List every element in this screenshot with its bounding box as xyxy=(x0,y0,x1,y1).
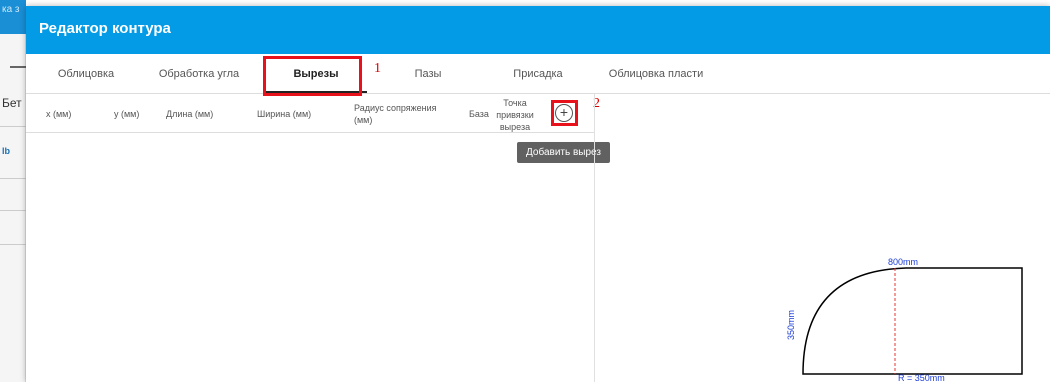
background-divider xyxy=(0,244,26,245)
column-anchor-point: Точка привязки выреза xyxy=(492,97,538,133)
background-page: ка з Бет lb xyxy=(0,0,26,382)
add-cutout-tooltip: Добавить вырез xyxy=(517,142,610,163)
column-anchor-line2: привязки xyxy=(496,110,534,120)
background-divider xyxy=(0,126,26,127)
screen: ка з Бет lb Редактор контура Облицовка О… xyxy=(0,0,1050,382)
panel-divider xyxy=(594,94,595,382)
dialog-header: Редактор контура xyxy=(26,6,1050,54)
tab-grooves[interactable]: Пазы xyxy=(378,54,478,94)
background-divider xyxy=(0,210,26,211)
column-width: Ширина (мм) xyxy=(257,109,312,119)
contour-editor-dialog: Редактор контура Облицовка Обработка угл… xyxy=(26,6,1050,382)
column-radius-line1: Радиус сопряжения xyxy=(354,103,437,113)
contour-shape xyxy=(802,267,1023,375)
background-link[interactable]: lb xyxy=(2,146,10,156)
background-divider xyxy=(0,178,26,179)
annotation-marker-1: 1 xyxy=(374,61,381,76)
column-anchor-line1: Точка xyxy=(503,98,527,108)
tab-face-facing[interactable]: Облицовка пласти xyxy=(591,54,721,94)
tab-corner-processing[interactable]: Обработка угла xyxy=(144,54,254,94)
column-y: y (мм) xyxy=(114,109,140,119)
column-length: Длина (мм) xyxy=(166,109,214,119)
column-base: База xyxy=(469,109,489,119)
cutouts-table-header: x (мм) y (мм) Длина (мм) Ширина (мм) Рад… xyxy=(26,94,600,133)
height-label: 350mm xyxy=(786,310,796,340)
background-header: ка з xyxy=(0,0,26,34)
highlight-box-cutouts-tab xyxy=(263,56,362,96)
column-x: x (мм) xyxy=(46,109,72,119)
contour-diagram: 800mm 350mm R = 350mm xyxy=(786,257,1023,382)
column-radius-line2: (мм) xyxy=(354,115,373,125)
dialog-title: Редактор контура xyxy=(39,20,171,37)
column-anchor-line3: выреза xyxy=(499,122,531,132)
highlight-box-add-button xyxy=(551,100,578,126)
width-label: 800mm xyxy=(888,257,918,267)
background-text: Бет xyxy=(2,96,22,110)
tab-bar: Облицовка Обработка угла Вырезы Пазы При… xyxy=(26,54,1050,94)
background-divider xyxy=(10,66,26,68)
tab-facing[interactable]: Облицовка xyxy=(34,54,138,94)
tab-drilling[interactable]: Присадка xyxy=(488,54,588,94)
radius-label: R = 350mm xyxy=(898,373,945,382)
column-radius: Радиус сопряжения (мм) xyxy=(354,102,437,126)
